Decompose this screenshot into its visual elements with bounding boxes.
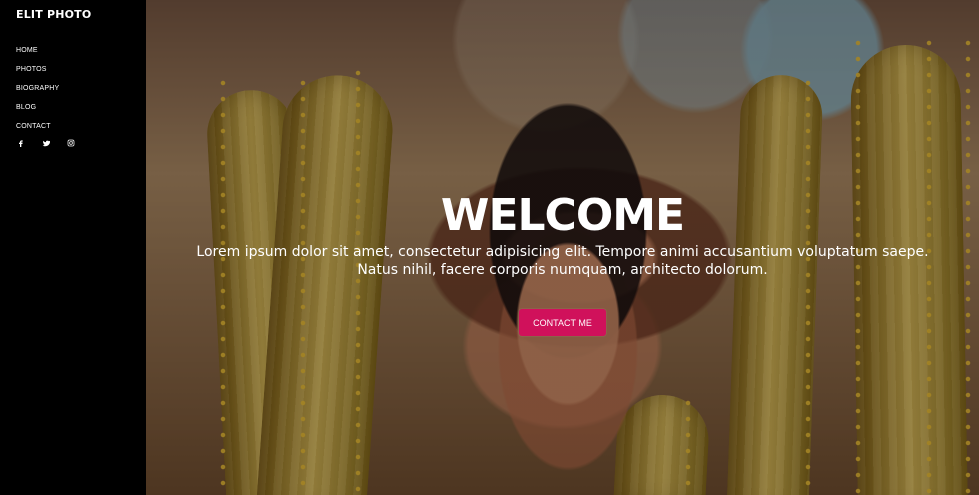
app: ELIT PHOTO HOME PHOTOS BIOGRAPHY BLOG CO… — [0, 0, 979, 495]
nav-link-contact[interactable]: CONTACT — [16, 123, 51, 130]
nav-link-biography[interactable]: BIOGRAPHY — [16, 85, 59, 92]
instagram-link[interactable] — [66, 138, 75, 147]
twitter-icon — [42, 140, 50, 146]
nav-item-home: HOME — [16, 43, 146, 54]
hero-content: WELCOME Lorem ipsum dolor sit amet, cons… — [146, 189, 979, 336]
nav-link-home[interactable]: HOME — [16, 47, 38, 54]
nav-item-contact: CONTACT — [16, 119, 146, 130]
facebook-icon — [18, 139, 23, 147]
sidebar-nav: HOME PHOTOS BIOGRAPHY BLOG CONTACT — [16, 43, 146, 130]
social-links — [16, 138, 146, 147]
facebook-link[interactable] — [16, 138, 25, 147]
nav-link-photos[interactable]: PHOTOS — [16, 66, 47, 73]
hero-description: Lorem ipsum dolor sit amet, consectetur … — [196, 244, 929, 278]
nav-item-photos: PHOTOS — [16, 62, 146, 73]
nav-item-blog: BLOG — [16, 100, 146, 111]
sidebar: ELIT PHOTO HOME PHOTOS BIOGRAPHY BLOG CO… — [0, 0, 146, 495]
instagram-icon — [67, 139, 74, 146]
hero-title: WELCOME — [440, 190, 685, 241]
twitter-link[interactable] — [41, 138, 50, 147]
nav-link-blog[interactable]: BLOG — [16, 104, 36, 111]
hero-section: WELCOME Lorem ipsum dolor sit amet, cons… — [146, 0, 979, 495]
contact-me-button[interactable]: CONTACT ME — [519, 309, 606, 336]
brand-logo[interactable]: ELIT PHOTO — [16, 8, 146, 21]
nav-item-biography: BIOGRAPHY — [16, 81, 146, 92]
